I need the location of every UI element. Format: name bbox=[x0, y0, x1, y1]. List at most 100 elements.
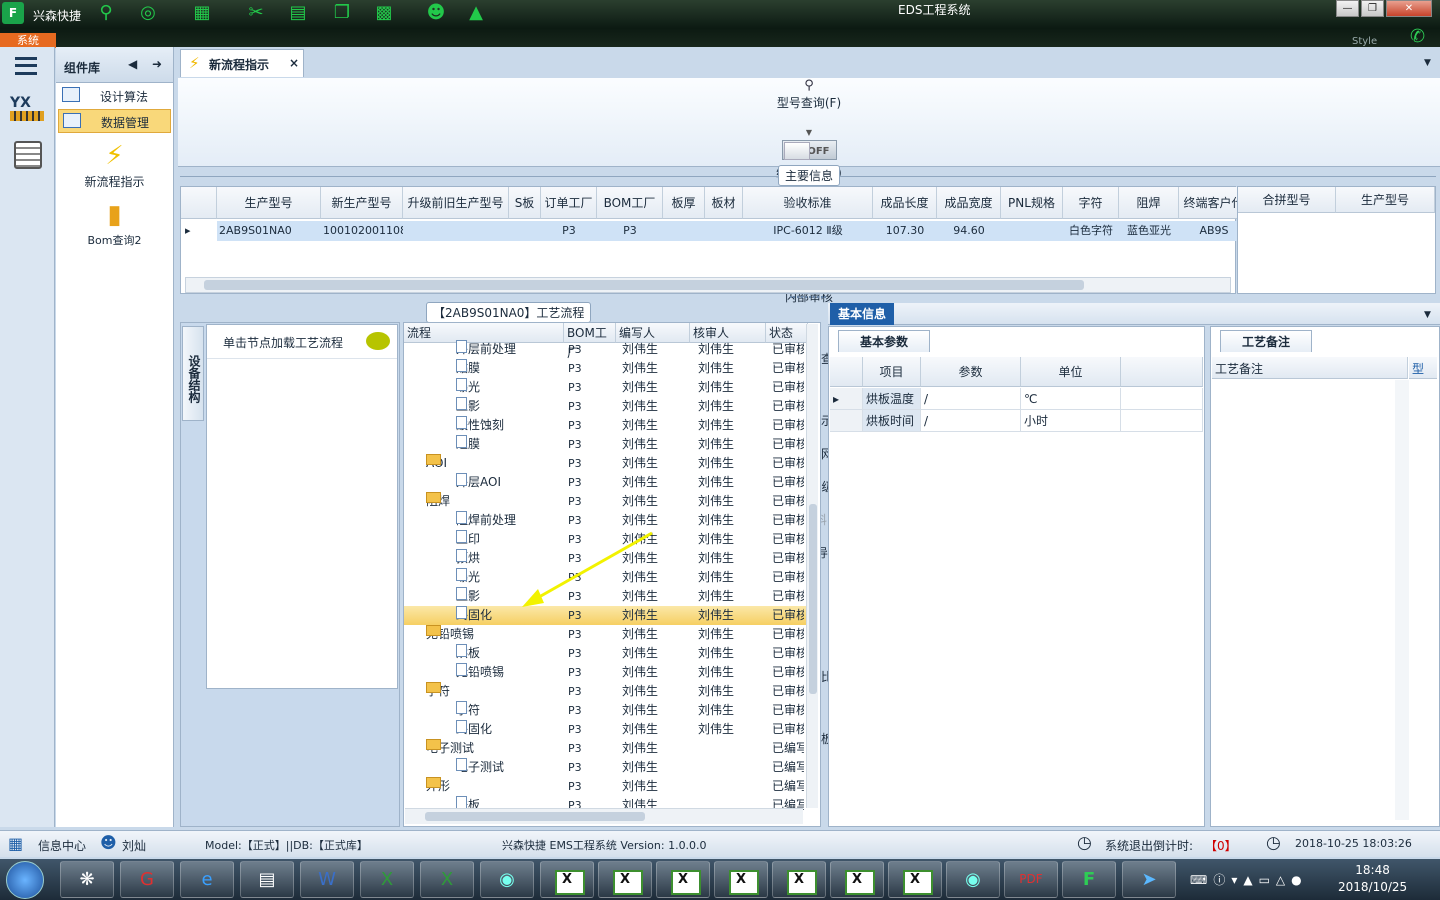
column-header[interactable]: 新生产型号 bbox=[321, 187, 403, 219]
table-cell[interactable]: 白色字符 bbox=[1063, 221, 1119, 241]
windows-grid-icon[interactable]: ▦ bbox=[8, 834, 23, 853]
excel-icon[interactable]: X bbox=[420, 861, 474, 898]
column-header[interactable]: 单位 bbox=[1021, 357, 1121, 387]
search-icon[interactable]: ⚲ bbox=[94, 2, 118, 24]
table-cell[interactable]: 2AB9S01NA0 bbox=[217, 221, 321, 241]
excel-window-icon[interactable]: X bbox=[888, 861, 942, 898]
sidebar-big-item[interactable]: ▮ Bom查询2 bbox=[56, 200, 173, 248]
sidebar-big-item[interactable]: ⚡ 新流程指示 bbox=[56, 141, 173, 190]
splitter-grip[interactable] bbox=[790, 296, 826, 298]
lifebuoy-icon[interactable]: ◎ bbox=[136, 2, 160, 24]
type-column-header[interactable]: 型 bbox=[1409, 357, 1437, 379]
speech-bubble-icon[interactable] bbox=[366, 332, 390, 350]
eye-app-icon[interactable]: ◉ bbox=[480, 861, 534, 898]
tab-new-process[interactable]: ⚡ 新流程指示 × bbox=[180, 49, 304, 77]
sidebar-item[interactable]: 设计算法 bbox=[58, 84, 171, 108]
column-header[interactable]: 升级前旧生产型号 bbox=[403, 187, 509, 219]
horizontal-scrollbar[interactable] bbox=[185, 277, 1231, 293]
table-cell[interactable]: 94.60 bbox=[937, 221, 1001, 241]
remark-column-header[interactable]: 工艺备注 bbox=[1212, 357, 1408, 379]
column-header[interactable]: PNL规格 bbox=[1001, 187, 1063, 219]
minimize-button[interactable]: — bbox=[1336, 0, 1359, 17]
tree-node[interactable]: −无铅喷锡 bbox=[426, 625, 564, 644]
tree-node[interactable]: 电子测试 bbox=[456, 758, 564, 777]
taskbar-clock[interactable]: 18:48 2018/10/25 bbox=[1338, 862, 1407, 896]
column-header[interactable]: 项目 bbox=[863, 357, 921, 387]
chart-icon[interactable]: ▲ bbox=[464, 2, 488, 24]
user-icon[interactable]: ☻ bbox=[424, 2, 448, 24]
menu-icon[interactable] bbox=[15, 57, 37, 75]
excel-window-icon[interactable]: X bbox=[772, 861, 826, 898]
param-cell[interactable]: 小时 bbox=[1021, 410, 1121, 432]
start-button[interactable] bbox=[6, 861, 44, 899]
column-header[interactable]: BOM工厂 bbox=[597, 187, 663, 219]
excel-window-icon[interactable]: X bbox=[656, 861, 710, 898]
table-cell[interactable]: 10010200110817 bbox=[321, 221, 421, 241]
excel-window-icon[interactable]: X bbox=[830, 861, 884, 898]
tree-node[interactable]: 贴膜 bbox=[456, 359, 564, 378]
tree-node[interactable]: −电子测试 bbox=[426, 739, 564, 758]
tree-row[interactable]: 烘板 P3 刘伟生 刘伟生 已审核 bbox=[404, 644, 808, 663]
tree-node[interactable]: −阻焊 bbox=[426, 492, 564, 511]
copy-icon[interactable]: ❐ bbox=[330, 2, 354, 24]
param-cell[interactable]: 烘板温度 bbox=[863, 388, 921, 410]
tab-basic-info[interactable]: 基本信息 bbox=[830, 303, 894, 325]
row-indicator[interactable]: ▸ bbox=[830, 388, 863, 410]
tab-close-icon[interactable]: × bbox=[289, 56, 299, 70]
param-cell[interactable]: / bbox=[921, 410, 1021, 432]
column-header[interactable]: 成品长度 bbox=[873, 187, 937, 219]
phone-icon[interactable]: ✆ bbox=[1410, 26, 1425, 47]
tree-row[interactable]: 终固化 P3 刘伟生 刘伟生 已审核 bbox=[404, 720, 808, 739]
tree-row[interactable]: 显影 P3 刘伟生 刘伟生 已审核 bbox=[404, 397, 808, 416]
table-cell[interactable] bbox=[663, 221, 705, 241]
tree-node[interactable]: 曝光 bbox=[456, 378, 564, 397]
column-header[interactable]: S板 bbox=[509, 187, 541, 219]
tab-menu-icon[interactable]: ▼ bbox=[1424, 58, 1431, 68]
table-cell[interactable]: P3 bbox=[541, 221, 597, 241]
g-app-icon[interactable]: G bbox=[120, 861, 174, 898]
column-header[interactable]: 合拼型号 bbox=[1238, 187, 1336, 213]
style-label[interactable]: Style bbox=[1352, 36, 1377, 47]
pin-icon[interactable]: ➜ bbox=[152, 57, 162, 71]
table-cell[interactable] bbox=[705, 221, 743, 241]
column-header[interactable]: 阻焊 bbox=[1119, 187, 1179, 219]
table-cell[interactable]: IPC-6012 Ⅱ级 bbox=[743, 221, 873, 241]
browser-icon[interactable]: e bbox=[180, 861, 234, 898]
tree-node[interactable]: 酸性蚀刻 bbox=[456, 416, 564, 435]
column-header[interactable]: 字符 bbox=[1063, 187, 1119, 219]
table-cell[interactable] bbox=[1001, 221, 1063, 241]
tree-node[interactable]: −外形 bbox=[426, 777, 564, 796]
table-cell[interactable] bbox=[509, 221, 541, 241]
tree-vertical-scrollbar[interactable] bbox=[806, 324, 818, 808]
calculator-icon[interactable] bbox=[14, 141, 42, 169]
excel-window-icon[interactable]: X bbox=[714, 861, 768, 898]
tree-row[interactable]: −外形 P3 刘伟生 已编写 bbox=[404, 777, 808, 796]
column-header[interactable]: 订单工厂 bbox=[541, 187, 597, 219]
tree-row[interactable]: 字符 P3 刘伟生 刘伟生 已审核 bbox=[404, 701, 808, 720]
excel-icon[interactable]: X bbox=[360, 861, 414, 898]
tree-node[interactable]: 显影 bbox=[456, 397, 564, 416]
param-cell[interactable]: ℃ bbox=[1021, 388, 1121, 410]
save-disk-icon[interactable]: ▤ bbox=[240, 861, 294, 898]
chevron-down-icon[interactable]: ▼ bbox=[178, 125, 1440, 140]
tree-node[interactable]: 烘板 bbox=[456, 644, 564, 663]
scissors-icon[interactable]: ✂ bbox=[244, 2, 268, 24]
tree-row[interactable]: 外层前处理 P3 刘伟生 刘伟生 已审核 bbox=[404, 340, 808, 359]
tree-node[interactable]: −字符 bbox=[426, 682, 564, 701]
column-header[interactable]: 生产型号 bbox=[1336, 187, 1435, 213]
tree-node[interactable]: 终固化 bbox=[456, 720, 564, 739]
scroll-thumb[interactable] bbox=[204, 280, 1084, 290]
table-cell[interactable]: 107.30 bbox=[873, 221, 937, 241]
toggle-switch[interactable]: OFF bbox=[781, 140, 837, 160]
tab-basic-params[interactable]: 基本参数 bbox=[838, 330, 930, 352]
tree-horizontal-scrollbar[interactable] bbox=[405, 808, 803, 824]
messenger-icon[interactable]: ➤ bbox=[1122, 861, 1176, 898]
param-cell[interactable]: / bbox=[921, 388, 1021, 410]
tree-node[interactable]: 外层前处理 bbox=[456, 340, 564, 359]
close-button[interactable]: ✕ bbox=[1386, 0, 1432, 17]
excel-window-icon[interactable]: X bbox=[598, 861, 652, 898]
word-icon[interactable]: W bbox=[300, 861, 354, 898]
film-icon[interactable]: ▤ bbox=[286, 2, 310, 24]
eds-app-icon[interactable]: F bbox=[1062, 861, 1116, 898]
maximize-button[interactable]: ❐ bbox=[1361, 0, 1384, 17]
